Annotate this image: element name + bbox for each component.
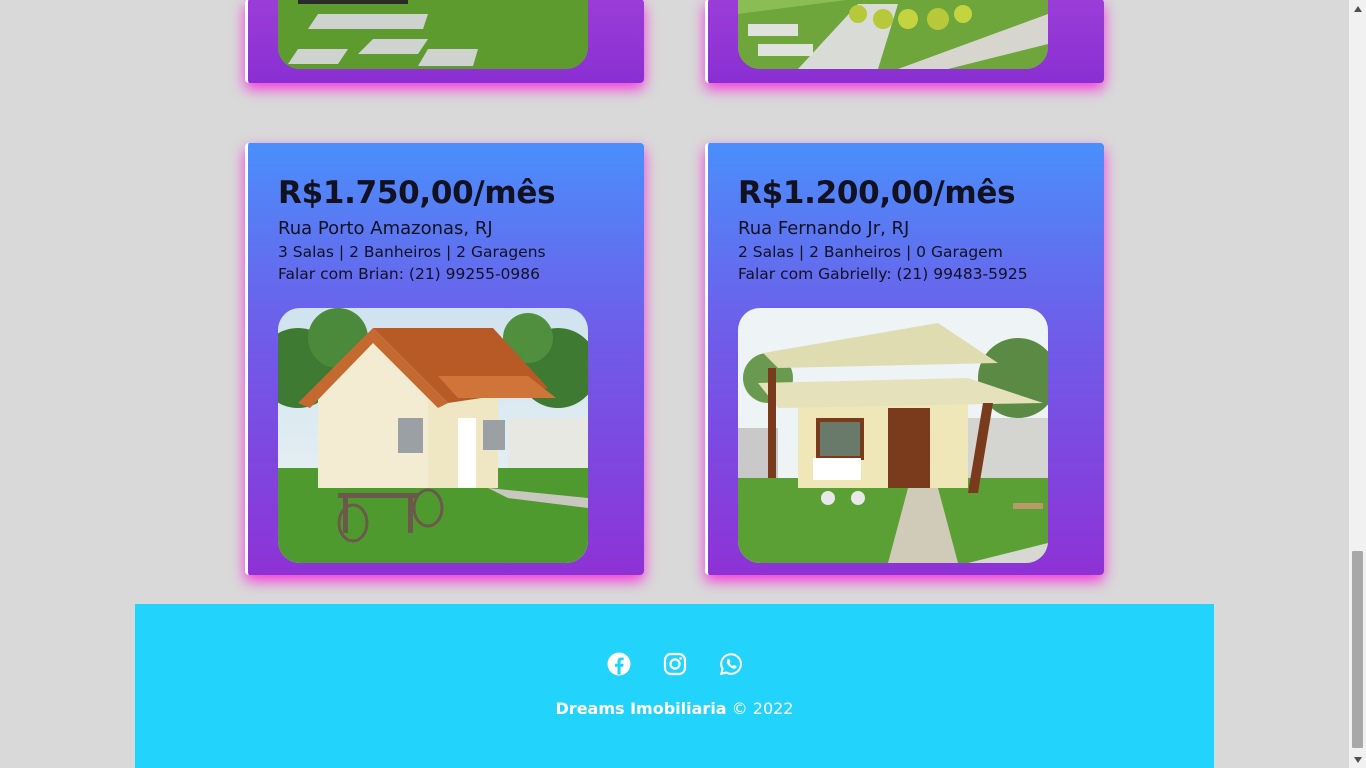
listing-contact: Falar com Brian: (21) 99255-0986 — [278, 265, 541, 283]
scroll-down-arrow-icon[interactable] — [1349, 751, 1366, 768]
listing-card[interactable]: R$1.750,00/mês Rua Porto Amazonas, RJ 3 … — [245, 143, 644, 575]
site-footer: Dreams Imobiliaria © 2022 — [135, 604, 1214, 768]
page-viewport: R$1.750,00/mês Rua Porto Amazonas, RJ 3 … — [0, 0, 1349, 768]
listing-features: 2 Salas | 2 Banheiros | 0 Garagem — [738, 243, 1003, 261]
footer-brand: Dreams Imobiliaria — [555, 699, 727, 718]
listing-card[interactable]: R$1.200,00/mês Rua Fernando Jr, RJ 2 Sal… — [705, 143, 1104, 575]
house-photo — [738, 308, 1048, 563]
scroll-up-arrow-icon[interactable] — [1349, 0, 1366, 17]
listing-contact: Falar com Gabrielly: (21) 99483-5925 — [738, 265, 1028, 283]
listing-card-previous-1 — [245, 0, 644, 83]
listing-features: 3 Salas | 2 Banheiros | 2 Garagens — [278, 243, 546, 261]
social-links — [135, 652, 1214, 676]
house-photo — [278, 308, 588, 563]
whatsapp-icon[interactable] — [719, 652, 743, 676]
scrollbar-thumb[interactable] — [1352, 551, 1363, 748]
vertical-scrollbar[interactable] — [1349, 0, 1366, 768]
listing-address: Rua Fernando Jr, RJ — [738, 218, 910, 239]
copyright-text: Dreams Imobiliaria © 2022 — [135, 699, 1214, 718]
house-photo — [738, 0, 1048, 69]
listing-address: Rua Porto Amazonas, RJ — [278, 218, 493, 239]
listing-price: R$1.750,00/mês — [278, 175, 556, 211]
listing-price: R$1.200,00/mês — [738, 175, 1016, 211]
listing-card-previous-2 — [705, 0, 1104, 83]
instagram-icon[interactable] — [663, 652, 687, 676]
house-photo — [278, 0, 588, 69]
facebook-icon[interactable] — [607, 652, 631, 676]
footer-year: © 2022 — [726, 699, 794, 718]
